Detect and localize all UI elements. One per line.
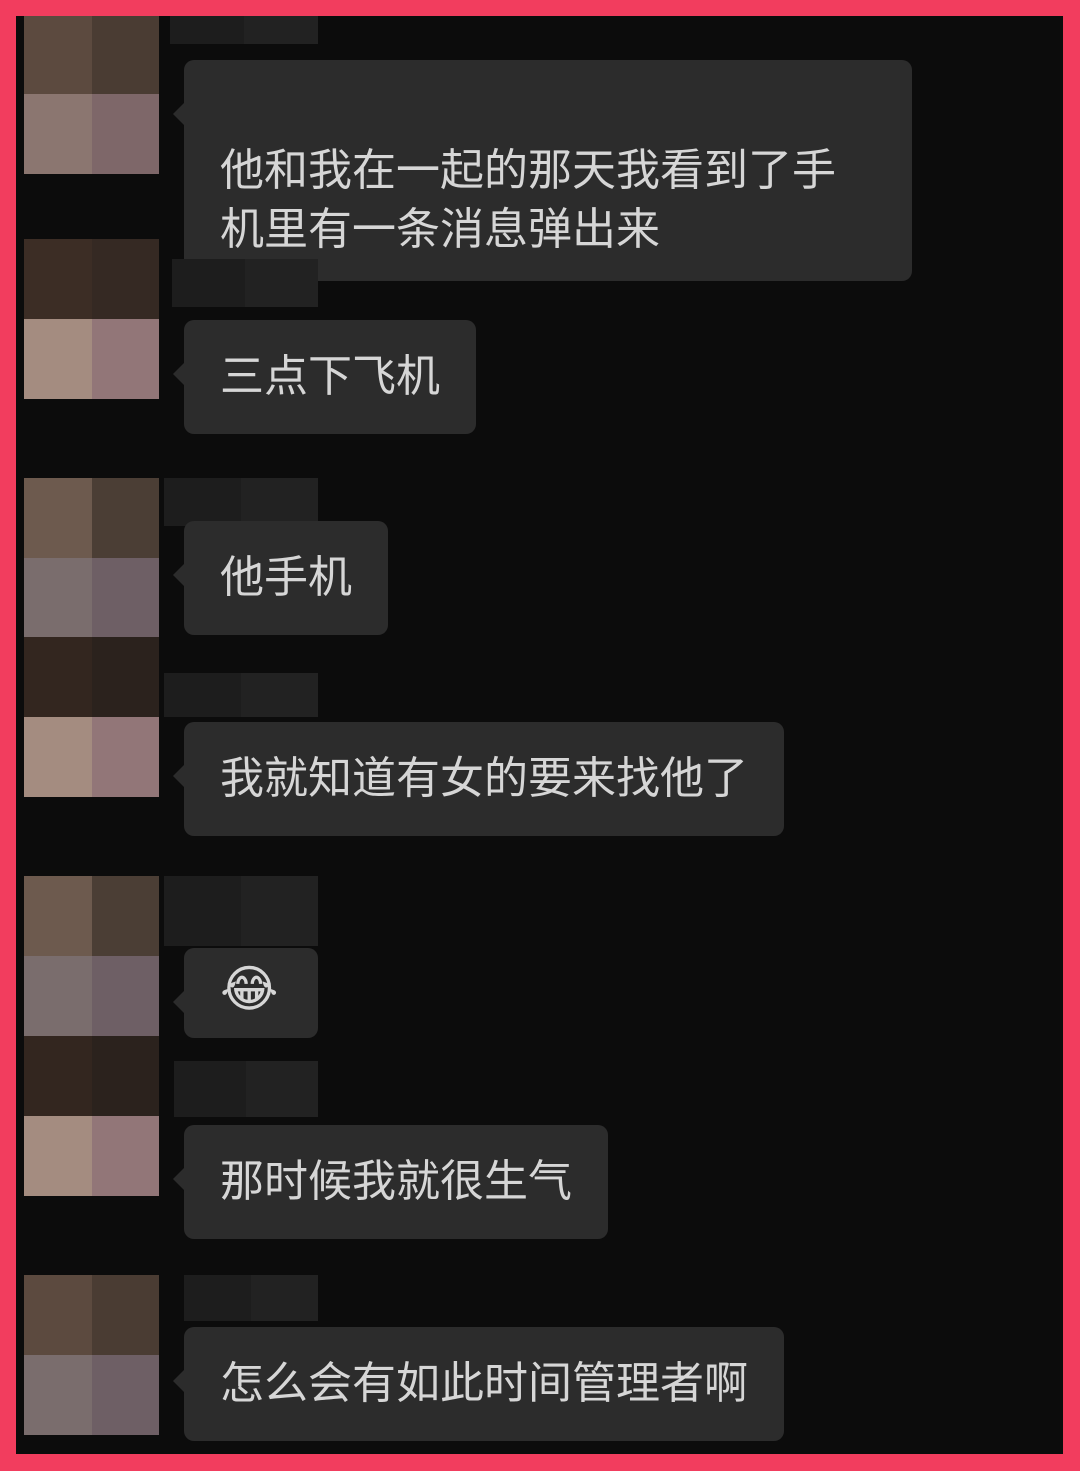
sender-name-blurred xyxy=(164,876,318,946)
sender-name-blurred xyxy=(170,16,318,44)
message-text: 我就知道有女的要来找他了 xyxy=(220,753,748,804)
sender-name-blurred xyxy=(172,259,318,307)
avatar[interactable] xyxy=(24,1036,159,1196)
message-bubble[interactable]: 那时候我就很生气 xyxy=(173,1125,608,1239)
message-text: 那时候我就很生气 xyxy=(220,1156,572,1207)
sender-name-blurred xyxy=(164,673,318,717)
avatar[interactable] xyxy=(24,637,159,797)
avatar[interactable] xyxy=(24,16,159,174)
message-bubble[interactable]: 怎么会有如此时间管理者啊 xyxy=(173,1327,784,1441)
sender-name-blurred xyxy=(184,1275,318,1321)
message-text: 他和我在一起的那天我看到了手 机里有一条消息弹出来 xyxy=(220,145,836,255)
message-bubble[interactable]: 三点下飞机 xyxy=(173,320,476,434)
avatar[interactable] xyxy=(24,1275,159,1435)
sender-name-blurred xyxy=(174,1061,318,1117)
message-bubble[interactable]: 他和我在一起的那天我看到了手 机里有一条消息弹出来 xyxy=(173,60,912,281)
avatar[interactable] xyxy=(24,239,159,399)
sender-name-blurred xyxy=(164,478,318,526)
chat-screenshot-frame: 他和我在一起的那天我看到了手 机里有一条消息弹出来 三点下飞机 他手机 我就知道… xyxy=(16,16,1063,1454)
message-bubble[interactable]: 他手机 xyxy=(173,521,388,635)
message-text: 三点下飞机 xyxy=(220,351,440,402)
avatar[interactable] xyxy=(24,876,159,1036)
message-text: 怎么会有如此时间管理者啊 xyxy=(220,1358,748,1409)
message-bubble[interactable]: 我就知道有女的要来找他了 xyxy=(173,722,784,836)
message-text: 他手机 xyxy=(220,552,352,603)
tears-of-joy-emoji-icon: 😂 xyxy=(220,960,279,1018)
avatar[interactable] xyxy=(24,478,159,638)
message-bubble[interactable]: 😂 xyxy=(173,948,318,1038)
